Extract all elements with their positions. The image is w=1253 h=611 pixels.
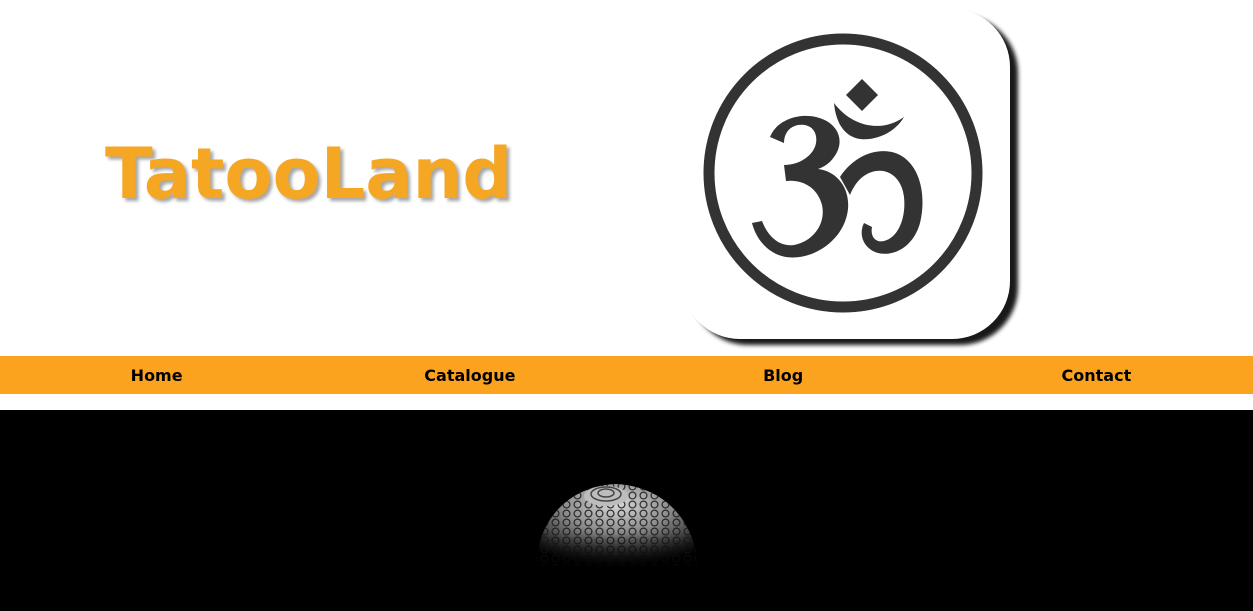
nav-item-blog[interactable]: Blog: [627, 356, 940, 394]
hero-banner: [0, 410, 1253, 611]
nav-item-contact[interactable]: Contact: [940, 356, 1253, 394]
buddha-head-image: [530, 480, 705, 575]
om-logo-icon: [682, 9, 1010, 339]
site-header: TatooLand: [0, 0, 1253, 356]
nav-item-catalogue[interactable]: Catalogue: [313, 356, 626, 394]
nav-item-home[interactable]: Home: [0, 356, 313, 394]
site-title: TatooLand: [105, 133, 513, 215]
main-nav: Home Catalogue Blog Contact: [0, 356, 1253, 394]
om-symbol-icon: [703, 33, 983, 313]
